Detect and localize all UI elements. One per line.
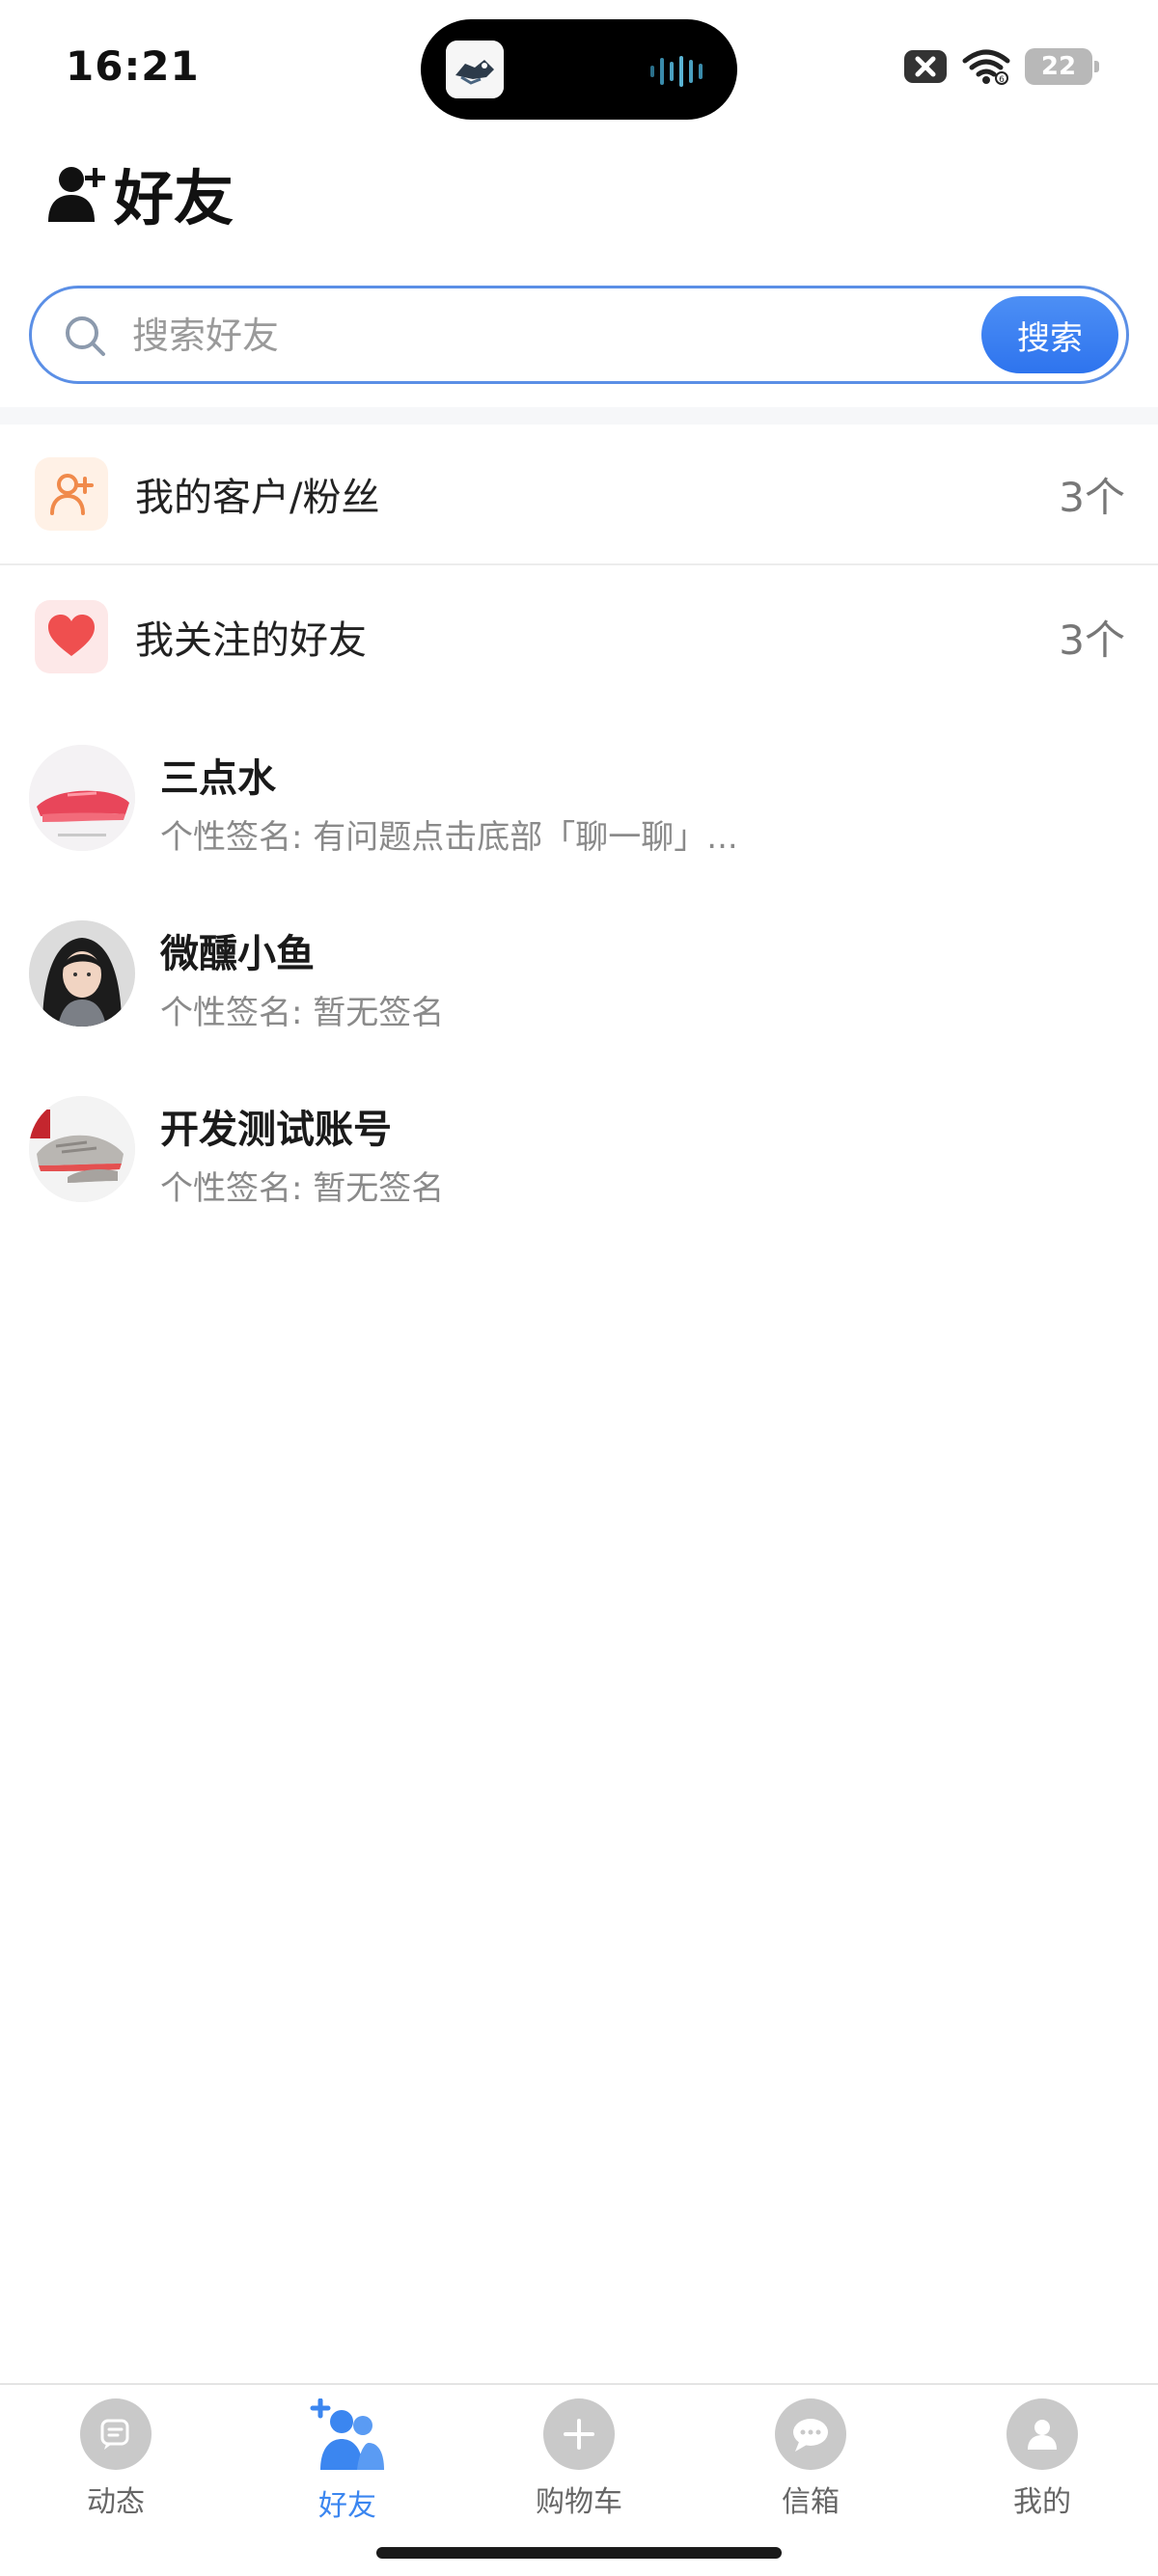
page-header: 好友 [46, 154, 234, 233]
section-following[interactable]: 我关注的好友 3个 [0, 567, 1158, 706]
home-indicator[interactable] [376, 2547, 782, 2559]
running-app-icon [446, 41, 504, 98]
section-label: 我的客户/粉丝 [135, 476, 380, 520]
message-icon [775, 2398, 846, 2470]
audio-wave-icon [650, 56, 703, 87]
search-bar: 搜索 [29, 286, 1129, 384]
search-input[interactable] [132, 306, 981, 366]
section-label: 我关注的好友 [135, 618, 367, 663]
search-button[interactable]: 搜索 [981, 296, 1118, 373]
tab-label: 好友 [318, 2489, 376, 2523]
tab-label: 我的 [1013, 2485, 1071, 2519]
section-count: 3个 [1059, 616, 1125, 664]
section-spacer [0, 407, 1158, 425]
tab-friends[interactable]: 好友 [232, 2398, 463, 2524]
tab-profile[interactable]: 我的 [926, 2398, 1158, 2524]
heart-icon [35, 600, 108, 673]
status-time: 16:21 [66, 42, 200, 90]
wifi-icon: 6 [962, 49, 1010, 85]
tab-label: 信箱 [782, 2485, 840, 2519]
divider [0, 563, 1158, 565]
notification-blocked-icon [904, 50, 947, 83]
tab-inbox[interactable]: 信箱 [695, 2398, 926, 2524]
tab-feed[interactable]: 动态 [0, 2398, 232, 2524]
friend-name: 三点水 [160, 756, 276, 801]
friend-signature: 个性签名: 暂无签名 [160, 1169, 445, 1208]
friend-signature: 个性签名: 有问题点击底部「聊一聊」... [160, 818, 738, 857]
friend-signature: 个性签名: 暂无签名 [160, 994, 445, 1032]
friend-list-item[interactable]: 微醺小鱼 个性签名: 暂无签名 [0, 901, 1158, 1075]
tab-cart[interactable]: 购物车 [463, 2398, 695, 2524]
friend-list-item[interactable]: 三点水 个性签名: 有问题点击底部「聊一聊」... [0, 726, 1158, 899]
grey-sneakers-avatar [29, 1096, 135, 1202]
svg-text:6: 6 [999, 75, 1005, 85]
page-title: 好友 [114, 163, 234, 233]
profile-icon [1006, 2398, 1078, 2470]
girl-photo-avatar [29, 920, 135, 1027]
battery-icon: 22 [1025, 48, 1099, 85]
red-sneaker-avatar [29, 745, 135, 851]
dynamic-island[interactable] [421, 19, 737, 120]
plus-icon [543, 2398, 615, 2470]
friend-name: 开发测试账号 [160, 1108, 392, 1152]
section-customers-fans[interactable]: 我的客户/粉丝 3个 [0, 425, 1158, 563]
add-person-icon [35, 457, 108, 531]
tab-label: 购物车 [536, 2485, 622, 2519]
search-icon [66, 316, 105, 356]
section-count: 3个 [1059, 473, 1125, 521]
friend-name: 微醺小鱼 [160, 932, 315, 976]
feed-icon [80, 2398, 152, 2470]
battery-level: 22 [1040, 52, 1077, 81]
friends-icon [310, 2398, 384, 2470]
friend-list-item[interactable]: 开发测试账号 个性签名: 暂无签名 [0, 1077, 1158, 1250]
tab-label: 动态 [87, 2485, 145, 2519]
status-bar: 16:21 6 22 [0, 0, 1158, 135]
add-user-icon [48, 167, 105, 222]
